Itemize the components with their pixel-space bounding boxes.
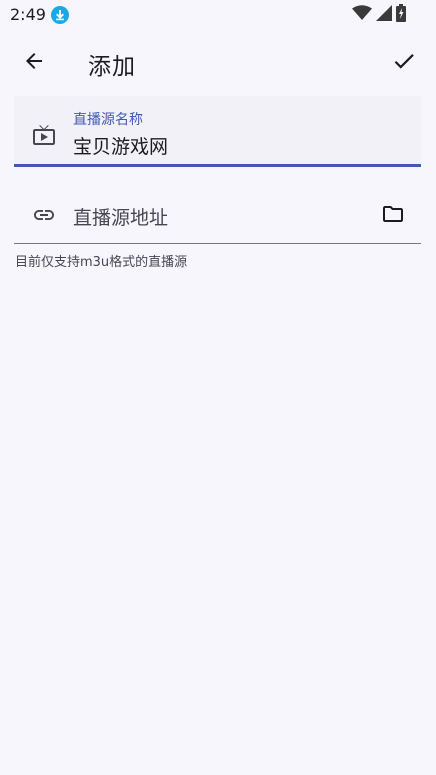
source-name-value[interactable]: 宝贝游戏网	[73, 132, 168, 159]
form-content: 直播源名称 宝贝游戏网 直播源地址 目前仅支持m3u格式的直播源	[0, 96, 436, 775]
status-icons	[352, 4, 406, 26]
source-url-placeholder[interactable]: 直播源地址	[73, 203, 168, 230]
download-icon	[51, 6, 69, 24]
source-name-field[interactable]: 直播源名称 宝贝游戏网	[14, 96, 421, 167]
arrow-back-icon	[22, 49, 46, 77]
folder-icon[interactable]	[381, 202, 405, 226]
wifi-icon	[352, 5, 372, 25]
status-bar: 2:49	[0, 0, 436, 30]
battery-icon	[396, 4, 406, 26]
app-bar: 添加	[0, 30, 436, 96]
tv-icon	[32, 123, 56, 147]
status-time: 2:49	[10, 5, 46, 24]
link-icon	[32, 203, 56, 227]
source-url-field[interactable]: 直播源地址	[14, 184, 421, 244]
back-button[interactable]	[12, 39, 56, 87]
check-icon	[391, 48, 417, 78]
signal-icon	[376, 5, 392, 25]
source-name-label: 直播源名称	[73, 112, 143, 128]
confirm-button[interactable]	[382, 39, 426, 87]
source-url-helper: 目前仅支持m3u格式的直播源	[15, 255, 188, 270]
page-title: 添加	[88, 54, 136, 80]
